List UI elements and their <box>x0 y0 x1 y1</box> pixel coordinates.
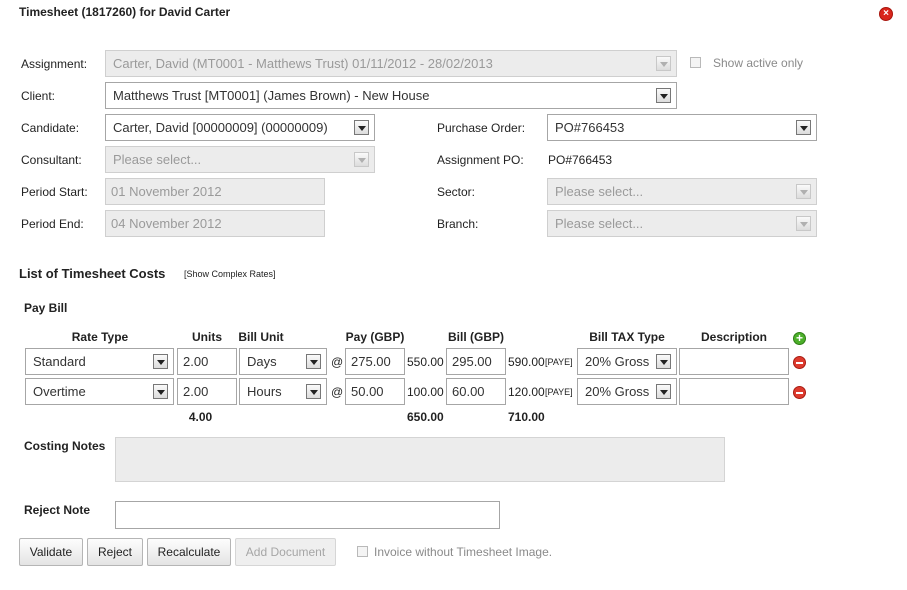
sector-select: Please select... <box>547 178 817 205</box>
rate-type-select[interactable]: Overtime <box>25 378 174 405</box>
validate-button[interactable]: Validate <box>19 538 83 566</box>
show-active-label: Show active only <box>713 56 804 70</box>
at-symbol: @ <box>331 355 344 369</box>
costing-notes-label: Costing Notes <box>24 439 106 453</box>
sector-label: Sector: <box>437 185 476 199</box>
candidate-value: Carter, David [00000009] (00000009) <box>113 120 328 135</box>
reject-note-label: Reject Note <box>24 503 91 517</box>
consultant-select: Please select... <box>105 146 375 173</box>
client-label: Client: <box>21 89 56 103</box>
chevron-down-icon[interactable] <box>656 88 671 103</box>
paye-tag: [PAYE] <box>545 387 573 397</box>
chevron-down-icon[interactable] <box>153 384 168 399</box>
invoice-without-image-label: Invoice without Timesheet Image. <box>374 545 553 559</box>
candidate-label: Candidate: <box>21 121 80 135</box>
chevron-down-icon <box>796 216 811 231</box>
pay-total: 550.00 <box>407 355 444 369</box>
period-start-field: 01 November 2012 <box>105 178 325 205</box>
tax-type-select[interactable]: 20% Gross <box>577 348 677 375</box>
close-icon[interactable]: × <box>879 7 893 21</box>
remove-row-icon[interactable] <box>793 386 806 399</box>
remove-row-icon[interactable] <box>793 356 806 369</box>
period-end-label: Period End: <box>21 217 84 231</box>
units-total: 4.00 <box>188 410 213 424</box>
bill-rate-input[interactable]: 60.00 <box>446 378 506 405</box>
invoice-without-image-checkbox <box>357 546 368 557</box>
tax-type-value: 20% Gross <box>585 384 650 399</box>
chevron-down-icon <box>354 152 369 167</box>
rate-type-value: Overtime <box>33 384 86 399</box>
branch-select: Please select... <box>547 210 817 237</box>
branch-placeholder: Please select... <box>555 216 644 231</box>
chevron-down-icon <box>796 184 811 199</box>
client-value: Matthews Trust [MT0001] (James Brown) - … <box>113 88 430 103</box>
chevron-down-icon[interactable] <box>656 384 671 399</box>
purchase-order-label: Purchase Order: <box>437 121 526 135</box>
bill-unit-select[interactable]: Days <box>239 348 327 375</box>
chevron-down-icon[interactable] <box>153 354 168 369</box>
col-rate-type: Rate Type <box>71 330 129 344</box>
paye-tag: [PAYE] <box>545 357 573 367</box>
assignment-label: Assignment: <box>21 57 88 71</box>
purchase-order-value: PO#766453 <box>555 120 625 135</box>
at-symbol: @ <box>331 385 344 399</box>
col-bill: Bill (GBP) <box>448 330 504 344</box>
add-row-icon[interactable]: + <box>793 332 806 345</box>
bill-unit-select[interactable]: Hours <box>239 378 327 405</box>
assignment-po-value: PO#766453 <box>548 153 613 167</box>
assignment-po-label: Assignment PO: <box>437 153 524 167</box>
dialog-title: Timesheet (1817260) for David Carter <box>19 5 231 19</box>
chevron-down-icon <box>656 56 671 71</box>
reject-button[interactable]: Reject <box>87 538 143 566</box>
tax-type-value: 20% Gross <box>585 354 650 369</box>
rate-type-value: Standard <box>33 354 86 369</box>
pay-grand-total: 650.00 <box>407 410 444 424</box>
bill-total: 120.00 <box>508 385 545 399</box>
col-units: Units <box>192 330 222 344</box>
costs-heading: List of Timesheet Costs <box>19 266 166 281</box>
pay-rate-input[interactable]: 275.00 <box>345 348 405 375</box>
bill-total: 590.00 <box>508 355 545 369</box>
chevron-down-icon[interactable] <box>656 354 671 369</box>
consultant-label: Consultant: <box>21 153 82 167</box>
show-complex-rates-link[interactable]: [Show Complex Rates] <box>184 269 276 279</box>
units-input[interactable]: 2.00 <box>177 378 237 405</box>
show-active-checkbox[interactable] <box>690 57 701 68</box>
chevron-down-icon[interactable] <box>354 120 369 135</box>
period-end-field: 04 November 2012 <box>105 210 325 237</box>
assignment-select: Carter, David (MT0001 - Matthews Trust) … <box>105 50 677 77</box>
pay-total: 100.00 <box>407 385 444 399</box>
col-pay: Pay (GBP) <box>345 330 405 344</box>
description-input[interactable] <box>679 348 789 375</box>
recalculate-button[interactable]: Recalculate <box>147 538 231 566</box>
pay-rate-input[interactable]: 50.00 <box>345 378 405 405</box>
branch-label: Branch: <box>437 217 479 231</box>
col-bill-unit: Bill Unit <box>238 330 284 344</box>
costing-notes-area <box>115 437 725 482</box>
chevron-down-icon[interactable] <box>306 384 321 399</box>
client-select[interactable]: Matthews Trust [MT0001] (James Brown) - … <box>105 82 677 109</box>
description-input[interactable] <box>679 378 789 405</box>
candidate-select[interactable]: Carter, David [00000009] (00000009) <box>105 114 375 141</box>
assignment-value: Carter, David (MT0001 - Matthews Trust) … <box>113 56 493 71</box>
bill-unit-value: Hours <box>247 384 282 399</box>
chevron-down-icon[interactable] <box>796 120 811 135</box>
tax-type-select[interactable]: 20% Gross <box>577 378 677 405</box>
reject-note-input[interactable] <box>115 501 500 529</box>
bill-unit-value: Days <box>247 354 277 369</box>
col-description: Description <box>700 330 767 344</box>
bill-rate-input[interactable]: 295.00 <box>446 348 506 375</box>
sector-placeholder: Please select... <box>555 184 644 199</box>
purchase-order-select[interactable]: PO#766453 <box>547 114 817 141</box>
add-document-button: Add Document <box>235 538 336 566</box>
bill-grand-total: 710.00 <box>508 410 545 424</box>
rate-type-select[interactable]: Standard <box>25 348 174 375</box>
chevron-down-icon[interactable] <box>306 354 321 369</box>
pay-bill-label: Pay Bill <box>24 301 68 315</box>
units-input[interactable]: 2.00 <box>177 348 237 375</box>
period-start-label: Period Start: <box>21 185 88 199</box>
col-tax-type: Bill TAX Type <box>589 330 665 344</box>
consultant-placeholder: Please select... <box>113 152 202 167</box>
